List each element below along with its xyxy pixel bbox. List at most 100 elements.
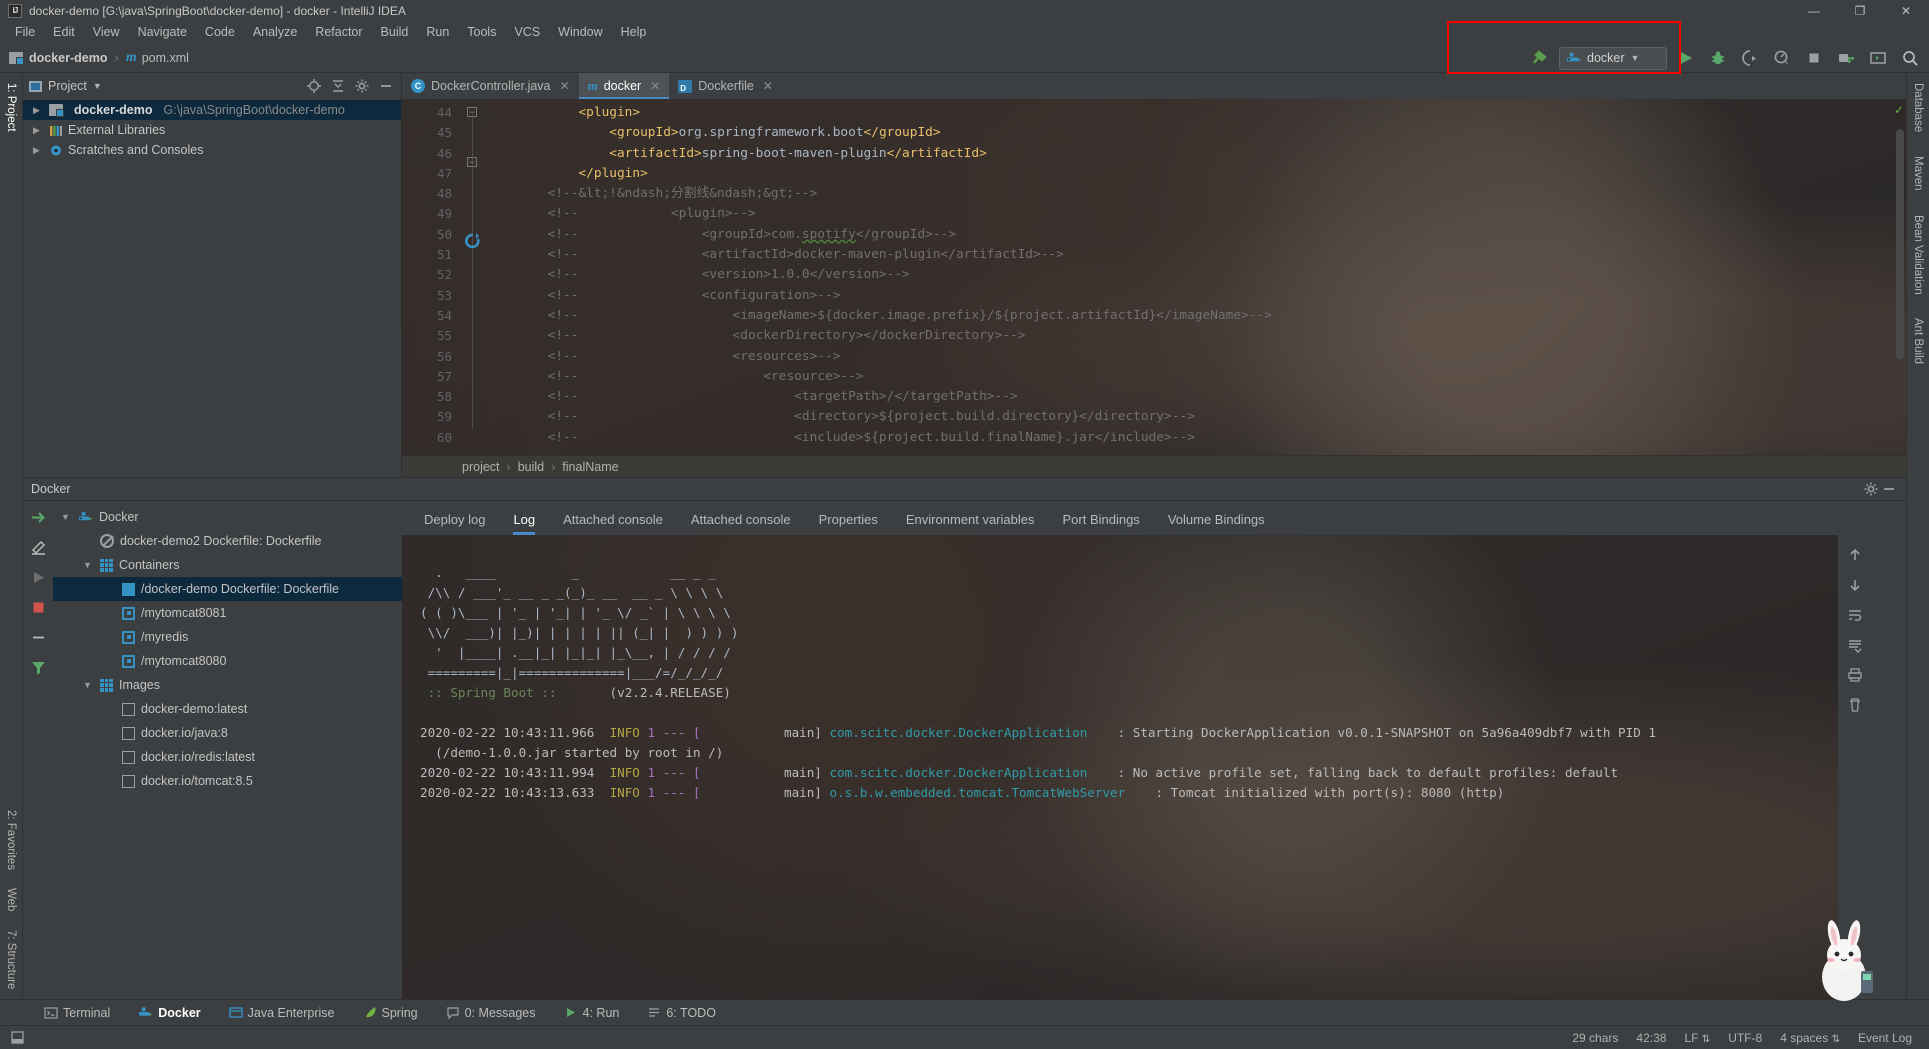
docker-tree-row[interactable]: /myredis (53, 625, 402, 649)
menu-navigate[interactable]: Navigate (129, 23, 196, 41)
tree-row-docker-demo[interactable]: ▶ docker-demo G:\java\SpringBoot\docker-… (23, 100, 401, 120)
menu-window[interactable]: Window (549, 23, 611, 41)
sidebar-item-structure[interactable]: 7: Structure (4, 926, 18, 993)
log-tab-attached-console[interactable]: Attached console (677, 512, 805, 535)
chevron-down-icon[interactable]: ▼ (93, 81, 102, 91)
log-tab-volume-bindings[interactable]: Volume Bindings (1154, 512, 1279, 535)
scroll-to-end-icon[interactable] (1847, 637, 1863, 653)
filter-icon[interactable] (30, 659, 47, 676)
profiler-icon[interactable] (1769, 46, 1795, 70)
log-tab-port-bindings[interactable]: Port Bindings (1048, 512, 1153, 535)
close-icon[interactable]: ✕ (560, 79, 570, 93)
bottom-tab-0-messages[interactable]: 0: Messages (432, 1006, 550, 1020)
menu-tools[interactable]: Tools (458, 23, 505, 41)
run-configuration-selector[interactable]: docker ▼ (1559, 46, 1667, 70)
minimize-button[interactable]: — (1791, 0, 1837, 21)
expand-arrow-icon[interactable]: ▶ (33, 125, 44, 136)
sidebar-item-web[interactable]: Web (4, 884, 18, 915)
status-encoding[interactable]: UTF-8 (1719, 1031, 1771, 1045)
run-play-icon[interactable] (1673, 46, 1699, 70)
code-line[interactable]: <!--&lt;!&ndash;分割线&ndash;&gt;--> (486, 184, 1906, 204)
docker-tree-row[interactable]: docker.io/java:8 (53, 721, 402, 745)
code-line[interactable]: <!-- <resources>--> (486, 347, 1906, 367)
expand-arrow-icon[interactable]: ▼ (61, 512, 72, 522)
code-line[interactable]: <!-- <version>1.0.0</version>--> (486, 265, 1906, 285)
code-line[interactable]: <!-- <directory>${project.build.director… (486, 407, 1906, 427)
remove-icon[interactable] (30, 629, 47, 646)
code-line[interactable]: <!-- <dockerDirectory></dockerDirectory>… (486, 326, 1906, 346)
log-console[interactable]: . ____ _ __ _ _ /\\ / ___'_ __ _ _(_)_ _… (402, 535, 1872, 999)
close-icon[interactable]: ✕ (650, 79, 660, 93)
expand-arrow-icon[interactable]: ▶ (33, 105, 44, 116)
docker-tree-row[interactable]: docker-demo:latest (53, 697, 402, 721)
menu-code[interactable]: Code (196, 23, 244, 41)
menu-vcs[interactable]: VCS (505, 23, 549, 41)
docker-tree-row[interactable]: ▼ Docker (53, 505, 402, 529)
docker-tree-row[interactable]: /mytomcat8081 (53, 601, 402, 625)
close-icon[interactable]: ✕ (763, 79, 773, 93)
inspections-ok-icon[interactable]: ✓ (1894, 103, 1905, 117)
docker-tree-row[interactable]: docker-demo2 Dockerfile: Dockerfile (53, 529, 402, 553)
bottom-tab-6-todo[interactable]: 6: TODO (633, 1006, 730, 1020)
open-terminal-icon[interactable] (1865, 46, 1891, 70)
menu-edit[interactable]: Edit (44, 23, 84, 41)
menu-file[interactable]: File (6, 23, 44, 41)
menu-analyze[interactable]: Analyze (244, 23, 306, 41)
gear-icon[interactable] (353, 77, 371, 95)
code-line[interactable]: <!-- <plugin>--> (486, 204, 1906, 224)
code-folding-column[interactable]: − − (460, 99, 486, 455)
expand-arrow-icon[interactable]: ▼ (83, 680, 94, 690)
stop-icon[interactable] (1801, 46, 1827, 70)
sidebar-item-database[interactable]: Database (1911, 79, 1925, 136)
code-line[interactable]: <!-- <groupId>com.spotify</groupId>--> (486, 225, 1906, 245)
sidebar-item-maven[interactable]: Maven (1911, 152, 1925, 195)
run-gutter-icon[interactable] (464, 232, 482, 250)
menu-run[interactable]: Run (417, 23, 458, 41)
update-project-icon[interactable] (1833, 46, 1859, 70)
run-with-coverage-icon[interactable] (1737, 46, 1763, 70)
log-tab-log[interactable]: Log (499, 512, 549, 535)
tab-docker-pom[interactable]: m docker ✕ (578, 73, 670, 99)
expand-arrow-icon[interactable]: ▼ (83, 560, 94, 570)
search-everywhere-icon[interactable] (1897, 46, 1923, 70)
code-line[interactable]: <groupId>org.springframework.boot</group… (486, 123, 1906, 143)
docker-tree-row[interactable]: /docker-demo Dockerfile: Dockerfile (53, 577, 402, 601)
hammer-icon[interactable] (1527, 46, 1553, 70)
bottom-tab-java-enterprise[interactable]: Java Enterprise (215, 1006, 349, 1020)
scroll-up-icon[interactable] (1847, 547, 1863, 563)
toggle-toolbar-icon[interactable] (8, 1029, 26, 1047)
menu-help[interactable]: Help (612, 23, 656, 41)
tree-row-external-libraries[interactable]: ▶ External Libraries (23, 120, 401, 140)
sidebar-item-favorites[interactable]: 2: Favorites (4, 806, 18, 874)
code-line[interactable]: <artifactId>spring-boot-maven-plugin</ar… (486, 144, 1906, 164)
status-line-separator[interactable]: LF ⇅ (1675, 1031, 1719, 1045)
breadcrumb-build[interactable]: build (518, 460, 544, 474)
soft-wrap-icon[interactable] (1847, 607, 1863, 623)
status-indent[interactable]: 4 spaces ⇅ (1771, 1031, 1849, 1045)
breadcrumb-project[interactable]: project (462, 460, 500, 474)
delete-icon[interactable] (1847, 697, 1863, 713)
code-line[interactable]: <!-- <include>${project.build.finalName}… (486, 428, 1906, 448)
code-line[interactable]: <!-- <artifactId>docker-maven-plugin</ar… (486, 245, 1906, 265)
sidebar-item-bean-validation[interactable]: Bean Validation (1911, 211, 1925, 299)
code-line[interactable]: <plugin> (486, 103, 1906, 123)
maximize-button[interactable]: ❐ (1837, 0, 1883, 21)
code-line[interactable]: </plugin> (486, 164, 1906, 184)
docker-tree-row[interactable]: /mytomcat8080 (53, 649, 402, 673)
breadcrumb-pom[interactable]: pom.xml (142, 51, 189, 65)
collapse-all-icon[interactable] (329, 77, 347, 95)
status-caret-position[interactable]: 42:38 (1627, 1031, 1675, 1045)
log-tab-environment-variables[interactable]: Environment variables (892, 512, 1049, 535)
tab-dockercontroller-java[interactable]: C DockerController.java ✕ (402, 73, 579, 99)
hide-icon[interactable] (1880, 480, 1898, 498)
sidebar-item-project[interactable]: 1: Project (4, 79, 18, 136)
print-icon[interactable] (1847, 667, 1863, 683)
editor-scrollbar[interactable] (1896, 129, 1904, 359)
breadcrumb-project[interactable]: docker-demo (29, 51, 108, 65)
locate-file-icon[interactable] (305, 77, 323, 95)
deploy-icon[interactable] (30, 509, 47, 526)
scroll-down-icon[interactable] (1847, 577, 1863, 593)
code-line[interactable]: <!-- <resource>--> (486, 367, 1906, 387)
code-line[interactable]: <!-- <targetPath>/</targetPath>--> (486, 387, 1906, 407)
edit-icon[interactable] (30, 539, 47, 556)
